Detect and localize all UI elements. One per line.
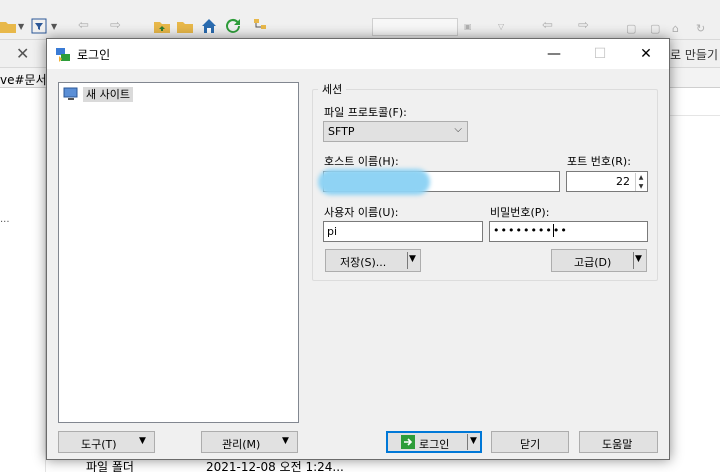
winscp-app-icon [56, 48, 70, 62]
password-label: 비밀번호(P): [490, 206, 550, 219]
background-remote-pane [670, 88, 720, 472]
row-date: 2021-12-08 오전 1:24... [206, 460, 344, 472]
filter-icon[interactable] [31, 18, 47, 34]
dialog-title: 로그인 [77, 48, 111, 62]
delete-icon[interactable]: ✕ [16, 44, 29, 63]
login-icon [401, 435, 415, 449]
chevron-down-icon: ▼ [139, 436, 146, 446]
help-button[interactable]: 도움말 [579, 431, 658, 453]
site-tree-item-label: 새 사이트 [83, 86, 133, 102]
background-path-text: ve#문서 [0, 73, 47, 87]
user-input[interactable]: pi [323, 221, 483, 242]
background-remote-header [670, 92, 720, 116]
chevron-down-icon: ▼ [282, 436, 289, 446]
forward-arrow-icon[interactable]: ⇨ [578, 18, 589, 33]
back-arrow-icon[interactable]: ⇦ [542, 18, 553, 33]
maximize-button: ☐ [593, 46, 607, 62]
computer-icon [63, 87, 78, 100]
folder-icon[interactable] [0, 18, 16, 34]
protocol-value: SFTP [328, 125, 355, 138]
chevron-down-icon[interactable]: ▼ [51, 22, 57, 31]
tree-icon[interactable] [253, 18, 269, 34]
forward-arrow-icon[interactable]: ⇨ [110, 18, 121, 33]
chevron-down-icon[interactable]: ▼ [635, 254, 642, 264]
site-tree[interactable]: 새 사이트 [58, 82, 299, 423]
spin-down-icon[interactable]: ▼ [636, 182, 646, 191]
manage-button[interactable]: 관리(M) ▼ [201, 431, 298, 453]
save-button[interactable]: 저장(S)... ▼ [325, 249, 421, 272]
refresh-icon[interactable]: ↻ [696, 22, 705, 35]
user-value: pi [327, 225, 338, 238]
port-value: 22 [616, 175, 630, 188]
protocol-label: 파일 프로토콜(F): [324, 106, 407, 119]
filter-icon[interactable]: ▽ [498, 22, 504, 31]
redaction-mark [318, 169, 430, 195]
text-caret [553, 224, 554, 237]
folder-icon[interactable]: ▣ [464, 22, 472, 31]
home-icon[interactable] [201, 18, 217, 34]
site-tree-item-new-site[interactable]: 새 사이트 [63, 86, 133, 102]
tools-button[interactable]: 도구(T) ▼ [58, 431, 155, 453]
chevron-down-icon[interactable]: ▼ [18, 22, 24, 31]
dialog-titlebar[interactable]: 로그인 — ☐ ✕ [47, 39, 669, 69]
background-toolbar: ▼ ▼ ⇦ ⇨ ▣ ▽ ⇦ ⇨ ▢ ▢ ⌂ ↻ [0, 0, 720, 40]
close-dialog-button[interactable]: 닫기 [491, 431, 569, 453]
password-value: •••••••••• [493, 224, 568, 237]
protocol-select[interactable]: SFTP ⌵ [323, 121, 468, 142]
new-folder-label[interactable]: 로 만들기 [670, 46, 718, 63]
login-dialog: 로그인 — ☐ ✕ 새 사이트 세션 파일 프로토콜(F): SFTP ⌵ 호스… [46, 38, 670, 460]
close-button[interactable]: ✕ [623, 39, 669, 69]
password-input[interactable]: •••••••••• [489, 221, 648, 242]
user-label: 사용자 이름(U): [324, 206, 399, 219]
port-label: 포트 번호(R): [567, 155, 631, 168]
chevron-down-icon: ⌵ [454, 124, 462, 135]
chevron-down-icon[interactable]: ▼ [470, 436, 477, 446]
chevron-down-icon[interactable]: ▼ [409, 254, 416, 264]
refresh-icon[interactable] [225, 18, 241, 34]
root-folder-icon[interactable]: ▢ [650, 22, 660, 35]
minimize-button[interactable]: — [531, 39, 577, 69]
parent-folder-icon[interactable]: ▢ [626, 22, 636, 35]
background-truncation: ... [0, 214, 10, 225]
advanced-button[interactable]: 고급(D) ▼ [551, 249, 647, 272]
row-type: 파일 폴더 [86, 460, 134, 472]
home-icon[interactable]: ⌂ [672, 22, 679, 35]
remote-path-combobox[interactable] [372, 18, 458, 36]
back-arrow-icon[interactable]: ⇦ [78, 18, 89, 33]
background-local-pane [0, 88, 46, 472]
root-folder-icon[interactable] [177, 18, 193, 34]
host-label: 호스트 이름(H): [324, 155, 399, 168]
table-row[interactable]: 파일 폴더 2021-12-08 오전 1:24... [46, 458, 720, 472]
parent-folder-icon[interactable] [154, 18, 170, 34]
spin-up-icon[interactable]: ▲ [636, 173, 646, 182]
port-spinner[interactable]: ▲ ▼ [635, 173, 646, 191]
session-group-title: 세션 [318, 81, 347, 97]
port-input[interactable]: 22 ▲ ▼ [566, 171, 648, 192]
login-button[interactable]: 로그인 ▼ [386, 431, 482, 453]
